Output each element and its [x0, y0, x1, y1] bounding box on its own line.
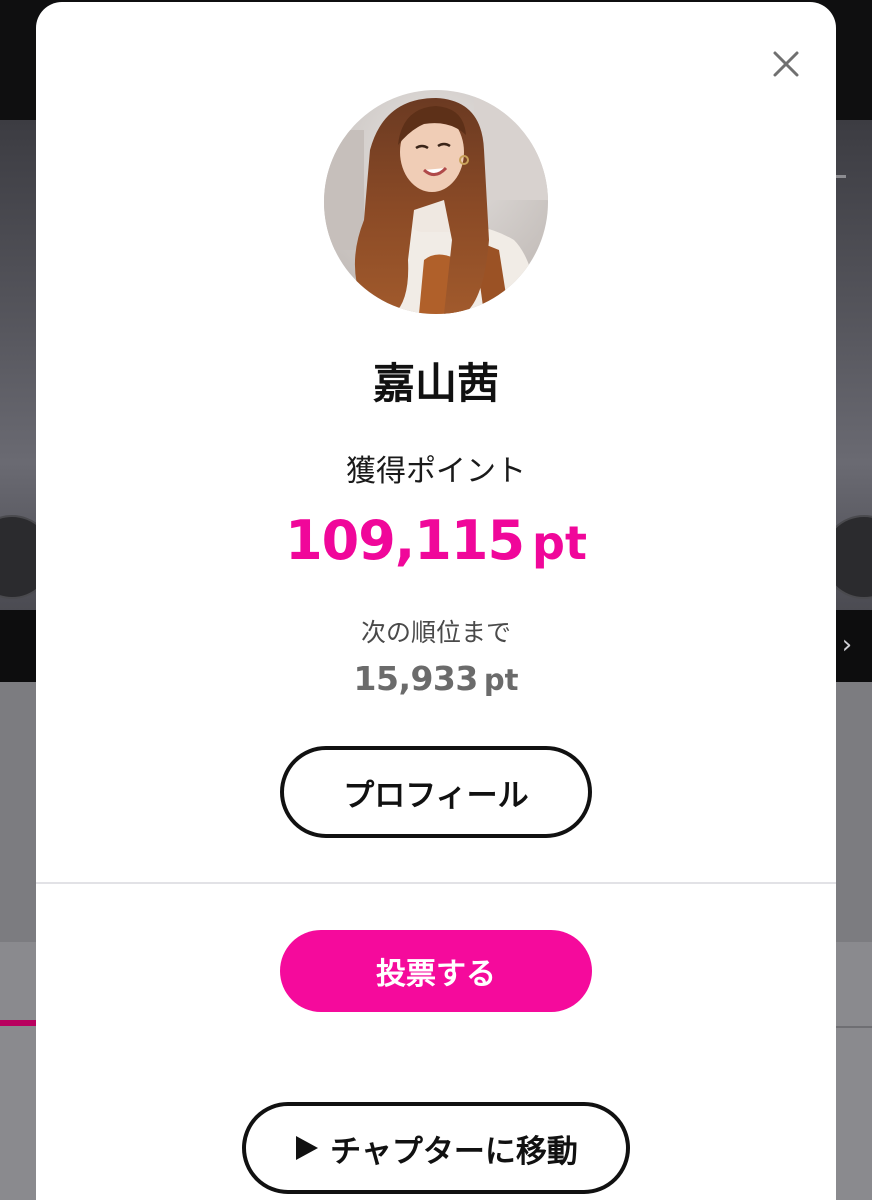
- chapter-button-label: チャプターに移動: [330, 1133, 578, 1170]
- chapter-button[interactable]: チャプターに移動: [242, 1102, 630, 1194]
- background-divider: [836, 1026, 872, 1028]
- vote-button-label: 投票する: [376, 957, 496, 992]
- chevron-right-icon: ›: [841, 630, 853, 660]
- avatar-photo: [324, 90, 548, 314]
- next-rank-number: 15,933: [353, 659, 479, 698]
- performer-modal: 嘉山茜 獲得ポイント 109,115 pt 次の順位まで 15,933 pt プロフ…: [36, 2, 836, 1200]
- points-label: 獲得ポイント: [346, 454, 526, 489]
- profile-button[interactable]: プロフィール: [280, 746, 592, 838]
- points-number: 109,115: [285, 509, 525, 572]
- next-rank-unit: pt: [483, 663, 519, 697]
- next-rank-label: 次の順位まで: [360, 618, 511, 647]
- close-icon: [773, 51, 799, 77]
- close-button[interactable]: [764, 42, 808, 86]
- profile-button-label: プロフィール: [343, 777, 529, 814]
- background-accent: [836, 175, 846, 178]
- section-divider: [36, 882, 836, 884]
- background-tab-indicator: [0, 1020, 40, 1026]
- points-value: 109,115 pt: [36, 506, 836, 589]
- avatar: [324, 90, 548, 314]
- next-rank-value: 15,933 pt: [36, 654, 836, 710]
- points-unit: pt: [532, 516, 587, 570]
- performer-name: 嘉山茜: [372, 359, 499, 408]
- vote-button[interactable]: 投票する: [280, 930, 592, 1012]
- play-icon: [294, 1134, 320, 1162]
